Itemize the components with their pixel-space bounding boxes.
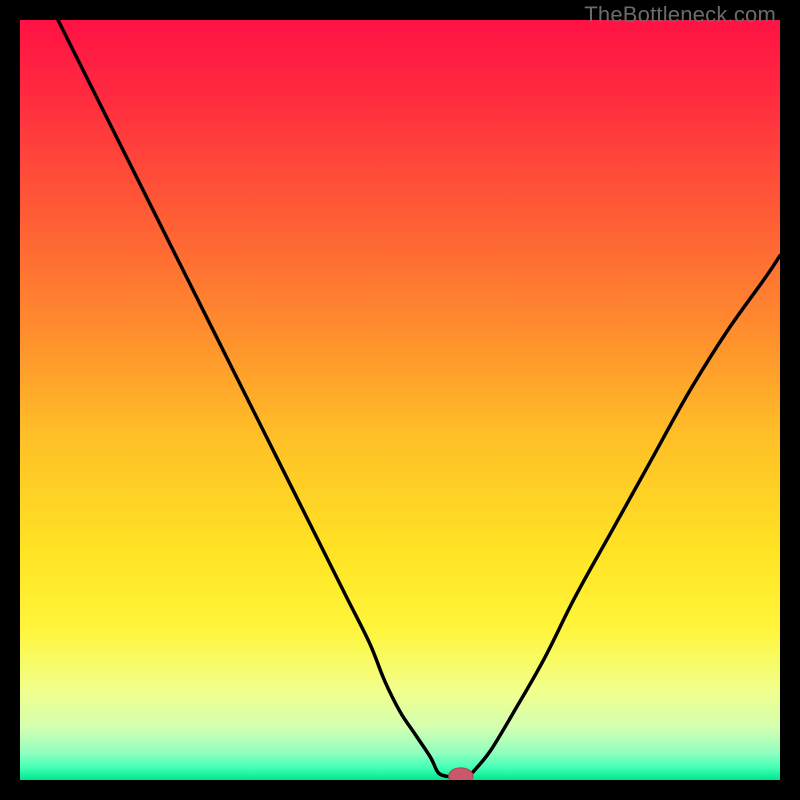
watermark-text: TheBottleneck.com xyxy=(584,2,776,28)
bottleneck-chart xyxy=(20,20,780,780)
plot-area xyxy=(20,20,780,780)
gradient-background xyxy=(20,20,780,780)
minimum-marker xyxy=(449,768,473,780)
chart-frame: TheBottleneck.com xyxy=(0,0,800,800)
